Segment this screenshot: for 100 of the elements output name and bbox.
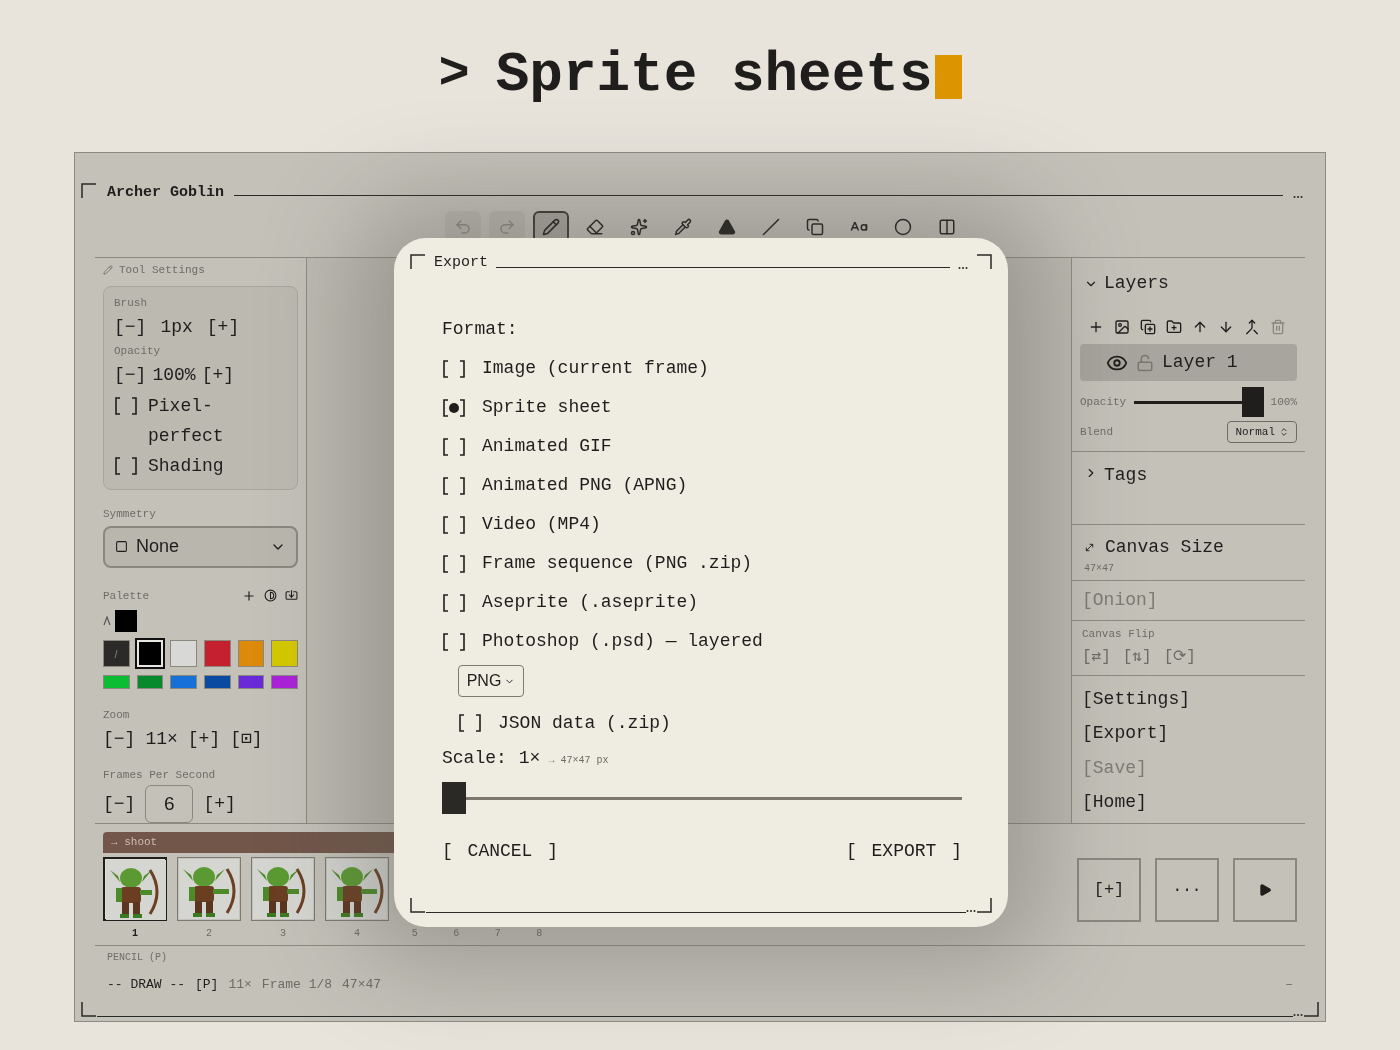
format-option[interactable]: Image (current frame): [442, 349, 962, 388]
opacity-slider[interactable]: [1134, 387, 1264, 417]
color-swatch[interactable]: [170, 675, 197, 689]
color-swatch[interactable]: [170, 640, 197, 667]
frame-corner: [410, 254, 426, 270]
decrease-button[interactable]: [−]: [103, 725, 136, 753]
color-swatch[interactable]: [136, 675, 164, 689]
frame-corner: [976, 897, 992, 913]
fps-field[interactable]: 6: [145, 785, 194, 823]
color-swatch[interactable]: [237, 640, 265, 667]
decrease-button[interactable]: [−]: [103, 790, 136, 818]
add-frame-button[interactable]: [+]: [1077, 858, 1141, 922]
checkbox[interactable]: [114, 395, 138, 416]
cancel-button[interactable]: [ CANCEL ]: [442, 838, 559, 865]
folder-icon[interactable]: [1166, 319, 1182, 335]
field-label: Zoom: [103, 708, 131, 723]
frame-number: 4: [354, 927, 360, 941]
merge-icon[interactable]: [1244, 319, 1260, 335]
increase-button[interactable]: [+]: [206, 310, 240, 343]
color-swatch[interactable]: [271, 675, 298, 689]
blend-select[interactable]: Normal: [1227, 421, 1297, 443]
status-indicator: –: [1285, 976, 1293, 994]
sparkle-icon: [630, 218, 648, 236]
color-swatch[interactable]: [103, 675, 130, 689]
size-status: 47×47: [342, 976, 382, 994]
menu-item[interactable]: [Home]: [1082, 785, 1295, 820]
option-label: Shading: [148, 454, 225, 478]
pencil-icon: [103, 265, 113, 276]
radio-button[interactable]: [442, 475, 466, 496]
line-icon: [762, 218, 780, 236]
play-button[interactable]: [1233, 858, 1297, 922]
json-option[interactable]: JSON data (.zip): [458, 707, 962, 739]
triangle-icon: [718, 218, 736, 236]
checkbox[interactable]: [114, 455, 138, 476]
window-title: Archer Goblin: [107, 185, 225, 200]
frame-number: 5: [411, 927, 418, 941]
slider-handle[interactable]: [442, 782, 466, 814]
format-select[interactable]: PNG: [458, 665, 524, 697]
fit-button[interactable]: [⊡]: [230, 725, 263, 753]
color-swatch[interactable]: [237, 675, 265, 689]
format-option[interactable]: Photoshop (.psd) — layered: [442, 622, 962, 661]
export-button[interactable]: [ EXPORT ]: [845, 838, 962, 865]
contrast-icon[interactable]: [264, 589, 277, 603]
format-option[interactable]: Aseprite (.aseprite): [442, 583, 962, 622]
frame-number: 7: [494, 927, 501, 941]
panel-title: Canvas Size: [1105, 536, 1224, 559]
color-swatch[interactable]: [271, 640, 298, 667]
add-icon[interactable]: [1088, 319, 1104, 335]
menu-item[interactable]: [Settings]: [1082, 681, 1295, 716]
color-swatch[interactable]: [204, 640, 231, 667]
decrease-button[interactable]: [−]: [114, 310, 147, 343]
slash-icon: [114, 648, 119, 659]
color-swatch[interactable]: [204, 675, 231, 689]
layer-row[interactable]: Layer 1: [1080, 344, 1297, 381]
increase-button[interactable]: [+]: [201, 358, 235, 391]
color-swatch[interactable]: [103, 640, 130, 667]
play-icon: [1258, 883, 1272, 897]
add-icon[interactable]: [242, 588, 256, 603]
decrease-button[interactable]: [−]: [114, 358, 147, 391]
frame-thumbnail[interactable]: [251, 857, 315, 921]
slider-handle[interactable]: [1242, 387, 1264, 417]
square-icon: [115, 540, 128, 554]
increase-button[interactable]: [+]: [203, 790, 236, 818]
more-button[interactable]: ···: [1155, 858, 1219, 922]
field-label: Palette: [103, 588, 150, 604]
menu-item[interactable]: [Export]: [1082, 716, 1295, 751]
increase-button[interactable]: [+]: [187, 725, 221, 753]
radio-button[interactable]: [442, 553, 466, 574]
checkbox[interactable]: [458, 713, 482, 733]
symmetry-select[interactable]: None: [103, 526, 298, 568]
format-option[interactable]: Sprite sheet: [442, 388, 962, 427]
page-title: Sprite sheets: [495, 42, 933, 109]
prompt-symbol: >: [438, 44, 470, 106]
frame-thumbnail[interactable]: [177, 857, 241, 921]
radio-button[interactable]: [442, 514, 466, 535]
radio-button[interactable]: [442, 436, 466, 457]
option-label: Pixel-perfect: [148, 394, 225, 448]
lasso-icon: [894, 218, 912, 236]
format-option[interactable]: Video (MP4): [442, 505, 962, 544]
duplicate-icon[interactable]: [1140, 319, 1156, 335]
field-label: Canvas Flip: [1082, 627, 1156, 642]
field-label: Opacity: [1080, 394, 1128, 410]
import-icon[interactable]: [285, 589, 298, 603]
format-option[interactable]: Frame sequence (PNG .zip): [442, 544, 962, 583]
eraser-icon: [586, 218, 604, 236]
format-option[interactable]: Animated PNG (APNG): [442, 466, 962, 505]
radio-button[interactable]: [442, 631, 466, 652]
panel-title: Tags: [1104, 464, 1148, 487]
radio-button[interactable]: [442, 397, 466, 418]
frame-corner: [81, 183, 97, 199]
image-icon[interactable]: [1114, 319, 1130, 335]
radio-button[interactable]: [442, 358, 466, 379]
section-title: Tool Settings: [119, 263, 205, 278]
frame-thumbnail[interactable]: [325, 857, 389, 921]
format-option[interactable]: Animated GIF: [442, 427, 962, 466]
radio-button[interactable]: [442, 592, 466, 613]
layer-name: Layer 1: [1162, 351, 1238, 374]
frame-thumbnail[interactable]: [103, 857, 167, 921]
eyedropper-icon: [674, 218, 692, 236]
scale-slider[interactable]: [442, 782, 962, 814]
